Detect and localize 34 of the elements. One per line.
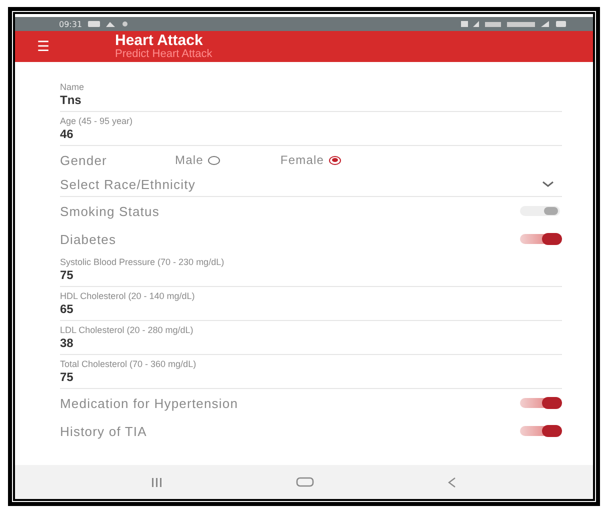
app-subtitle: Predict Heart Attack [115, 48, 212, 60]
recent-apps-icon[interactable] [152, 478, 162, 486]
field-label: Name [60, 82, 84, 93]
input-field[interactable]: Tns [60, 93, 82, 107]
input-field[interactable]: 38 [60, 336, 74, 350]
cloud-icon [106, 21, 116, 27]
field-label: Age (45 - 95 year) [60, 116, 133, 127]
toggle-switch[interactable] [520, 398, 560, 408]
status-time: 09:31 [59, 20, 82, 28]
input-field[interactable]: 75 [60, 268, 74, 282]
input-field[interactable]: 65 [60, 302, 74, 316]
switch-label: Smoking Status [60, 204, 160, 218]
switch-label: Medication for Hypertension [60, 396, 238, 410]
message-icon [88, 20, 100, 28]
radio-button[interactable] [208, 156, 220, 164]
app-title: Heart Attack [115, 33, 204, 48]
switch-label: History of TIA [60, 424, 147, 438]
toggle-switch[interactable] [520, 234, 560, 244]
toggle-switch[interactable] [520, 426, 560, 436]
input-field[interactable]: 46 [60, 127, 74, 141]
menu-icon[interactable]: ☰ [37, 38, 50, 54]
input-field[interactable]: 75 [60, 370, 74, 384]
field-label: Gender [60, 152, 108, 168]
home-icon[interactable] [296, 477, 314, 487]
field-label: HDL Cholesterol (20 - 140 mg/dL) [60, 291, 195, 302]
field-label: LDL Cholesterol (20 - 280 mg/dL) [60, 325, 194, 336]
switch-label: Diabetes [60, 232, 116, 246]
field-label: Systolic Blood Pressure (70 - 230 mg/dL) [60, 257, 224, 268]
radio-button[interactable] [329, 156, 342, 164]
field-label: Total Cholesterol (70 - 360 mg/dL) [60, 359, 196, 370]
back-icon[interactable] [448, 476, 456, 488]
notification-icon [121, 21, 130, 27]
toggle-switch[interactable] [520, 206, 560, 216]
chevron-down-icon[interactable] [542, 181, 554, 187]
